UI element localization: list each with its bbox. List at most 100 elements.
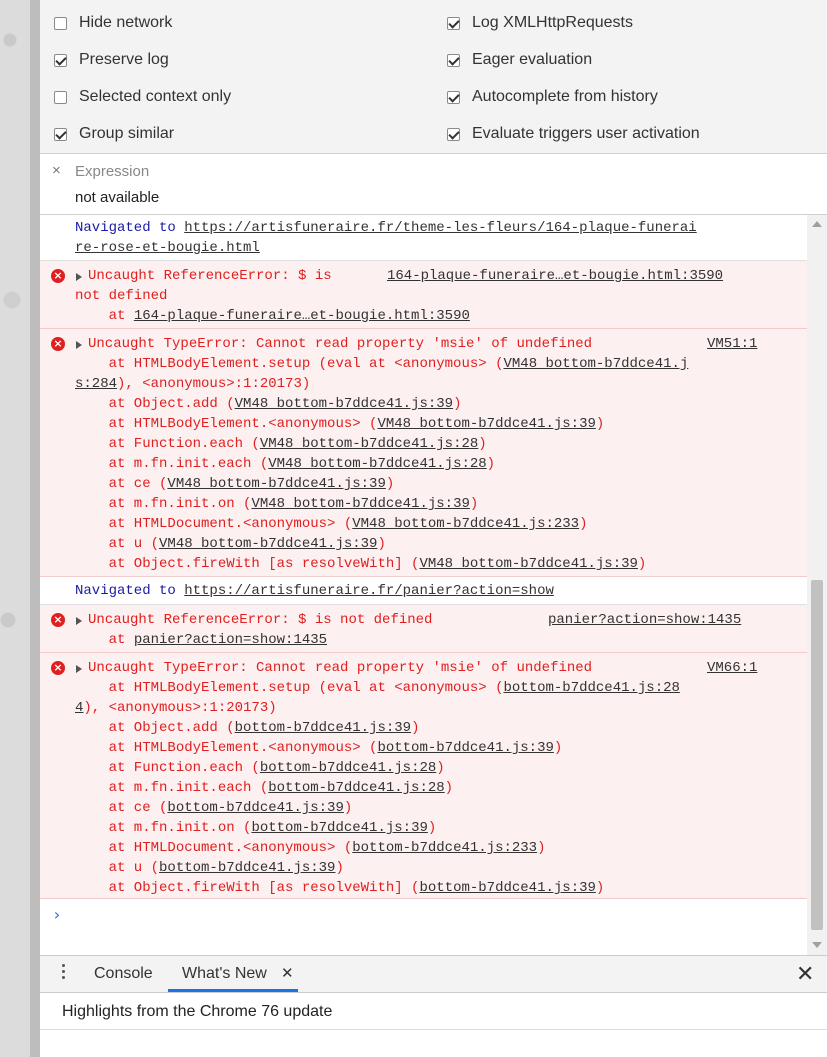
- divider: [40, 1029, 827, 1030]
- stack-frame-link[interactable]: bottom-b7ddce41.js:28: [268, 780, 444, 796]
- stack-frame: at ce (VM48 bottom-b7ddce41.js:39): [75, 476, 395, 492]
- stack-frame-link[interactable]: VM48 bottom-b7ddce41.js:233: [352, 516, 579, 532]
- stack-frame: 4), <anonymous>:1:20173): [75, 700, 277, 716]
- log-xmlhttprequests-checkbox[interactable]: [447, 16, 460, 30]
- stack-frame-link[interactable]: VM48 bottom-b7ddce41.js:39: [377, 416, 595, 432]
- stack-frame: at Function.each (VM48 bottom-b7ddce41.j…: [75, 436, 487, 452]
- error-message: × Uncaught ReferenceError: $ is not defi…: [40, 605, 807, 653]
- eager-evaluation-checkbox[interactable]: [447, 53, 460, 67]
- stack-frame-link[interactable]: bottom-b7ddce41.js:39: [167, 800, 343, 816]
- navigation-url-link[interactable]: https://artisfuneraire.fr/theme-les-fleu…: [184, 220, 696, 236]
- error-icon: ×: [51, 337, 65, 351]
- hide-network-checkbox[interactable]: [54, 16, 67, 30]
- stack-frame: at HTMLBodyElement.<anonymous> (bottom-b…: [75, 740, 563, 756]
- stack-frame-link[interactable]: VM48 bottom-b7ddce41.j: [503, 356, 688, 372]
- stack-frame-link[interactable]: VM48 bottom-b7ddce41.js:39: [251, 496, 469, 512]
- error-message: × Uncaught TypeError: Cannot read proper…: [40, 329, 807, 577]
- error-source-link[interactable]: VM51:1: [707, 334, 757, 354]
- stack-frame-link[interactable]: VM48 bottom-b7ddce41.js:39: [419, 556, 637, 572]
- error-icon: ×: [51, 269, 65, 283]
- stack-frame-link[interactable]: bottom-b7ddce41.js:39: [377, 740, 553, 756]
- evaluate-triggers-user-activation-checkbox[interactable]: [447, 127, 460, 141]
- remove-expression-close-icon[interactable]: ×: [52, 162, 61, 179]
- option-label: Hide network: [79, 14, 173, 31]
- stack-frame: at m.fn.init.each (VM48 bottom-b7ddce41.…: [75, 456, 496, 472]
- selected-context-only-checkbox[interactable]: [54, 90, 67, 104]
- expand-triangle-icon[interactable]: [76, 273, 82, 281]
- stack-frame: at m.fn.init.each (bottom-b7ddce41.js:28…: [75, 780, 454, 796]
- autocomplete-from-history-checkbox[interactable]: [447, 90, 460, 104]
- preserve-log-checkbox[interactable]: [54, 53, 67, 67]
- stack-frame-link[interactable]: VM48 bottom-b7ddce41.js:28: [260, 436, 478, 452]
- stack-frame-link[interactable]: bottom-b7ddce41.js:28: [260, 760, 436, 776]
- stack-frame: at HTMLBodyElement.<anonymous> (VM48 bot…: [75, 416, 605, 432]
- error-source-link[interactable]: 164-plaque-funeraire…et-bougie.html:3590: [387, 266, 723, 286]
- expression-input[interactable]: Expression: [75, 163, 149, 180]
- selected-context-only-option[interactable]: Selected context only: [54, 87, 231, 107]
- console-settings-pane: Hide network Preserve log Selected conte…: [40, 0, 827, 154]
- stack-frame-link[interactable]: bottom-b7ddce41.js:39: [235, 720, 411, 736]
- stack-frame-link[interactable]: bottom-b7ddce41.js:28: [503, 680, 679, 696]
- error-source-link[interactable]: VM66:1: [707, 658, 757, 678]
- stack-frame: at panier?action=show:1435: [75, 632, 328, 648]
- group-similar-checkbox[interactable]: [54, 127, 67, 141]
- console-prompt-input[interactable]: ›: [52, 905, 62, 924]
- error-text: Uncaught ReferenceError: $ is not define…: [88, 612, 433, 628]
- stack-frame: at HTMLBodyElement.setup (eval at <anony…: [75, 356, 689, 372]
- navigation-url-link[interactable]: re-rose-et-bougie.html: [75, 240, 260, 256]
- console-scrollbar[interactable]: [807, 215, 827, 955]
- error-message: × Uncaught TypeError: Cannot read proper…: [40, 653, 807, 899]
- whats-new-panel: Highlights from the Chrome 76 update: [40, 993, 827, 1057]
- drawer-tab-bar: Console What's New ✕ ✕: [40, 955, 827, 993]
- group-similar-option[interactable]: Group similar: [54, 124, 174, 144]
- stack-frame-link[interactable]: VM48 bottom-b7ddce41.js:28: [268, 456, 486, 472]
- stack-frame-link[interactable]: 164-plaque-funeraire…et-bougie.html:3590: [134, 308, 470, 324]
- hide-network-option[interactable]: Hide network: [54, 13, 172, 33]
- stack-frame-link[interactable]: VM48 bottom-b7ddce41.js:39: [235, 396, 453, 412]
- console-line: Navigated to https://artisfuneraire.fr/t…: [75, 220, 697, 236]
- stack-frame: at HTMLBodyElement.setup (eval at <anony…: [75, 680, 680, 696]
- more-tabs-kebab-icon[interactable]: [62, 964, 66, 982]
- scroll-up-arrow-icon[interactable]: [812, 221, 822, 227]
- whats-new-heading: Highlights from the Chrome 76 update: [62, 1003, 333, 1020]
- evaluate-triggers-user-activation-option[interactable]: Evaluate triggers user activation: [447, 124, 700, 144]
- error-message: × Uncaught ReferenceError: $ is 164-plaq…: [40, 261, 807, 329]
- stack-frame-link[interactable]: bottom-b7ddce41.js:39: [159, 860, 335, 876]
- option-label: Preserve log: [79, 51, 169, 68]
- devtools-panel: Hide network Preserve log Selected conte…: [40, 0, 827, 1057]
- stack-frame-link[interactable]: bottom-b7ddce41.js:39: [251, 820, 427, 836]
- error-text: Uncaught ReferenceError: $ is: [88, 268, 332, 284]
- preserve-log-option[interactable]: Preserve log: [54, 50, 169, 70]
- tab-console[interactable]: Console: [94, 965, 153, 983]
- stack-frame-link[interactable]: VM48 bottom-b7ddce41.js:39: [167, 476, 385, 492]
- close-drawer-icon[interactable]: ✕: [796, 961, 814, 987]
- stack-frame: at u (VM48 bottom-b7ddce41.js:39): [75, 536, 386, 552]
- navigation-url-link[interactable]: https://artisfuneraire.fr/panier?action=…: [184, 583, 554, 599]
- stack-frame-link[interactable]: bottom-b7ddce41.js:233: [352, 840, 537, 856]
- stack-frame: at Object.fireWith [as resolveWith] (VM4…: [75, 556, 647, 572]
- expand-triangle-icon[interactable]: [76, 617, 82, 625]
- error-text: not defined: [75, 288, 168, 304]
- stack-frame-link[interactable]: s:284: [75, 376, 117, 392]
- scrollbar-thumb[interactable]: [811, 580, 823, 930]
- stack-frame-link[interactable]: bottom-b7ddce41.js:39: [419, 880, 595, 896]
- scroll-down-arrow-icon[interactable]: [812, 942, 822, 948]
- stack-frame: at Function.each (bottom-b7ddce41.js:28): [75, 760, 445, 776]
- stack-frame: at Object.fireWith [as resolveWith] (bot…: [75, 880, 605, 896]
- stack-frame: at m.fn.init.on (bottom-b7ddce41.js:39): [75, 820, 437, 836]
- close-tab-icon[interactable]: ✕: [281, 964, 294, 982]
- error-source-link[interactable]: panier?action=show:1435: [548, 610, 741, 630]
- expand-triangle-icon[interactable]: [76, 665, 82, 673]
- live-expression: × Expression not available: [40, 154, 827, 215]
- option-label: Log XMLHttpRequests: [472, 14, 633, 31]
- navigation-message: Navigated to https://artisfuneraire.fr/t…: [40, 215, 807, 261]
- stack-frame: at HTMLDocument.<anonymous> (bottom-b7dd…: [75, 840, 546, 856]
- stack-frame-link[interactable]: VM48 bottom-b7ddce41.js:39: [159, 536, 377, 552]
- option-label: Group similar: [79, 125, 175, 142]
- expand-triangle-icon[interactable]: [76, 341, 82, 349]
- eager-evaluation-option[interactable]: Eager evaluation: [447, 50, 592, 70]
- log-xmlhttprequests-option[interactable]: Log XMLHttpRequests: [447, 13, 633, 33]
- autocomplete-from-history-option[interactable]: Autocomplete from history: [447, 87, 658, 107]
- console-messages: Navigated to https://artisfuneraire.fr/t…: [40, 215, 807, 955]
- stack-frame-link[interactable]: panier?action=show:1435: [134, 632, 327, 648]
